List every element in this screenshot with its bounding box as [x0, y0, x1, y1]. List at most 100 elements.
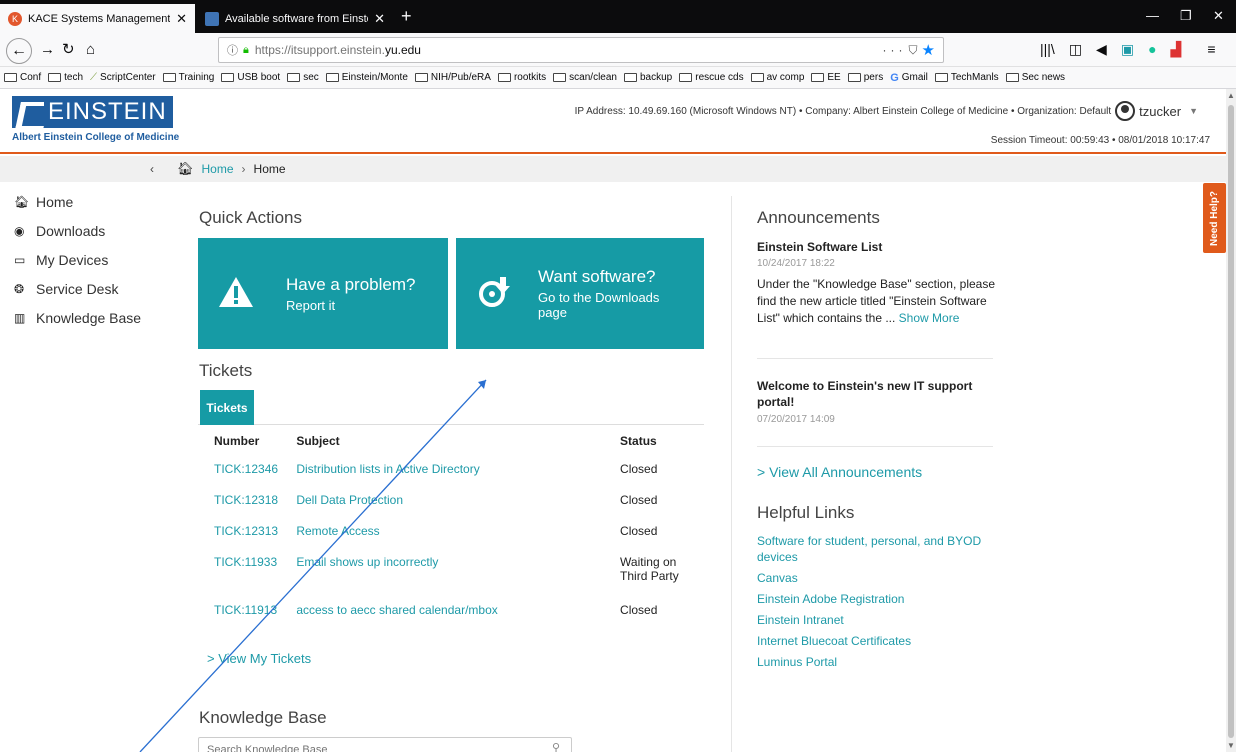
bookmark[interactable]: av comp: [750, 72, 804, 83]
sidebar-icon[interactable]: ◫: [1069, 41, 1082, 58]
sidenav-item-knowledge-base[interactable]: ▥ Knowledge Base: [14, 303, 141, 332]
sidenav-item-home[interactable]: 🏠︎ Home: [14, 187, 141, 216]
knowledge-base-title: Knowledge Base: [199, 708, 327, 727]
ticket-status: Closed: [620, 493, 658, 507]
ticket-number-link[interactable]: TICK:11933: [198, 549, 296, 597]
browser-tab-kace[interactable]: K KACE Systems Management Ap ✕: [0, 4, 195, 33]
pdf-icon[interactable]: ▟: [1171, 41, 1182, 58]
ticket-subject-link[interactable]: Distribution lists in Active Directory: [296, 456, 620, 487]
sidenav-item-my-devices[interactable]: ▭ My Devices: [14, 245, 141, 274]
bookmark[interactable]: G Gmail: [890, 72, 928, 84]
knowledge-base-search-input[interactable]: [198, 737, 572, 752]
tickets-table: Number Subject Status TICK:12346 Distrib…: [198, 426, 704, 628]
minimize-icon[interactable]: —: [1146, 8, 1159, 23]
bookmark[interactable]: EE: [811, 72, 841, 83]
helpful-link[interactable]: Luminus Portal: [757, 654, 997, 670]
helpful-link[interactable]: Canvas: [757, 570, 997, 586]
view-my-tickets-link[interactable]: > View My Tickets: [207, 651, 311, 666]
search-icon[interactable]: ⚲: [552, 741, 560, 752]
bookmark[interactable]: TechManls: [934, 72, 999, 83]
scroll-down-icon[interactable]: ▼: [1227, 741, 1235, 750]
want-software-tile[interactable]: Want software? Go to the Downloads page: [456, 238, 704, 349]
forward-icon[interactable]: →: [40, 41, 55, 59]
ticket-subject-link[interactable]: Dell Data Protection: [296, 487, 620, 518]
ticket-subject-link[interactable]: Remote Access: [296, 518, 620, 549]
send-icon[interactable]: ◀: [1096, 41, 1107, 58]
table-row: TICK:11913 access to aecc shared calenda…: [198, 597, 704, 628]
page-scrollbar[interactable]: ▲ ▼: [1226, 89, 1236, 752]
ticket-number-link[interactable]: TICK:12346: [198, 456, 296, 487]
scroll-thumb[interactable]: [1228, 105, 1234, 738]
helpful-link[interactable]: Internet Bluecoat Certificates: [757, 633, 997, 649]
column-header[interactable]: Number: [198, 426, 296, 456]
bookmark[interactable]: NIH/Pub/eRA: [414, 72, 491, 83]
folder-icon: [162, 73, 176, 82]
home-nav-icon[interactable]: ⌂: [86, 41, 95, 59]
einstein-logo[interactable]: EINSTEIN Albert Einstein College of Medi…: [12, 95, 182, 143]
show-more-link[interactable]: Show More: [899, 311, 960, 325]
bookmark[interactable]: USB boot: [221, 72, 280, 83]
helpful-link[interactable]: Software for student, personal, and BYOD…: [757, 533, 997, 565]
need-help-button[interactable]: Need Help?: [1203, 183, 1226, 253]
bookmark[interactable]: rescue cds: [679, 72, 744, 83]
announcement-title[interactable]: Welcome to Einstein's new IT support por…: [757, 378, 992, 410]
lock-icon[interactable]: 🔒︎: [243, 44, 249, 57]
info-icon[interactable]: ⓘ: [227, 42, 238, 58]
home-icon[interactable]: 🏠︎: [177, 161, 194, 177]
screenshot-icon[interactable]: ▣: [1121, 41, 1134, 58]
ticket-subject-link[interactable]: Email shows up incorrectly: [296, 549, 620, 597]
bookmark[interactable]: sec: [287, 72, 319, 83]
helpful-link[interactable]: Einstein Intranet: [757, 612, 997, 628]
view-all-announcements-link[interactable]: > View All Announcements: [757, 464, 922, 480]
bookmark[interactable]: tech: [48, 72, 83, 83]
collapse-sidebar-icon[interactable]: ‹: [150, 162, 154, 176]
tab-tickets[interactable]: Tickets: [200, 390, 254, 425]
url-text[interactable]: https://itsupport.einstein.yu.edu: [255, 43, 883, 57]
tickets-tab-strip: Tickets: [198, 390, 704, 425]
ticket-subject-link[interactable]: access to aecc shared calendar/mbox: [296, 597, 620, 628]
bookmark[interactable]: ⟋ ScriptCenter: [90, 72, 156, 83]
back-icon[interactable]: ←: [6, 38, 32, 64]
bookmark[interactable]: Training: [162, 72, 214, 83]
library-icon[interactable]: |||\: [1040, 41, 1055, 58]
ticket-number-link[interactable]: TICK:12318: [198, 487, 296, 518]
reload-icon[interactable]: ↻: [62, 41, 75, 59]
bookmark[interactable]: scan/clean: [553, 72, 617, 83]
page-actions-icon[interactable]: ···: [883, 43, 907, 57]
announcement-title[interactable]: Einstein Software List: [757, 239, 992, 255]
breadcrumb-home-link[interactable]: Home: [202, 162, 234, 176]
helpful-link[interactable]: Einstein Adobe Registration: [757, 591, 997, 607]
bookmark[interactable]: Sec news: [1005, 72, 1065, 83]
report-problem-tile[interactable]: Have a problem? Report it: [198, 238, 448, 349]
star-icon[interactable]: ★: [922, 41, 935, 59]
scroll-up-icon[interactable]: ▲: [1227, 91, 1235, 100]
bookmark-label: USB boot: [237, 72, 281, 83]
url-bar[interactable]: ⓘ 🔒︎ https://itsupport.einstein.yu.edu ·…: [218, 37, 944, 63]
pocket-icon[interactable]: ⛉: [909, 43, 918, 58]
restore-icon[interactable]: ❐: [1180, 8, 1192, 24]
user-icon[interactable]: [1115, 101, 1136, 121]
new-tab-icon[interactable]: +: [401, 7, 412, 25]
column-header[interactable]: Status: [620, 426, 704, 456]
bookmark[interactable]: backup: [623, 72, 672, 83]
folder-icon: [750, 73, 764, 82]
ticket-number-link[interactable]: TICK:11913: [198, 597, 296, 628]
sidenav-item-service-desk[interactable]: ❂ Service Desk: [14, 274, 141, 303]
browser-tab-software[interactable]: Available software from Einste ✕: [197, 4, 393, 33]
close-tab-icon[interactable]: ✕: [176, 11, 187, 27]
close-window-icon[interactable]: ✕: [1213, 8, 1224, 24]
chevron-down-icon[interactable]: ▼: [1189, 106, 1198, 116]
username[interactable]: tzucker: [1139, 104, 1181, 119]
bookmark[interactable]: rootkits: [497, 72, 546, 83]
bookmark[interactable]: Conf: [4, 72, 41, 83]
close-tab-icon[interactable]: ✕: [374, 11, 385, 27]
bookmarks-toolbar: Conf tech ⟋ ScriptCenter Training USB boo…: [0, 67, 1236, 89]
menu-icon[interactable]: ≡: [1207, 41, 1215, 58]
bookmark[interactable]: pers: [847, 72, 883, 83]
sidenav-item-downloads[interactable]: ◉ Downloads: [14, 216, 141, 245]
breadcrumb: 🏠︎ Home › Home: [177, 161, 286, 177]
column-header[interactable]: Subject: [296, 426, 620, 456]
bookmark[interactable]: Einstein/Monte: [325, 72, 408, 83]
grammarly-icon[interactable]: ●: [1148, 41, 1156, 58]
ticket-number-link[interactable]: TICK:12313: [198, 518, 296, 549]
